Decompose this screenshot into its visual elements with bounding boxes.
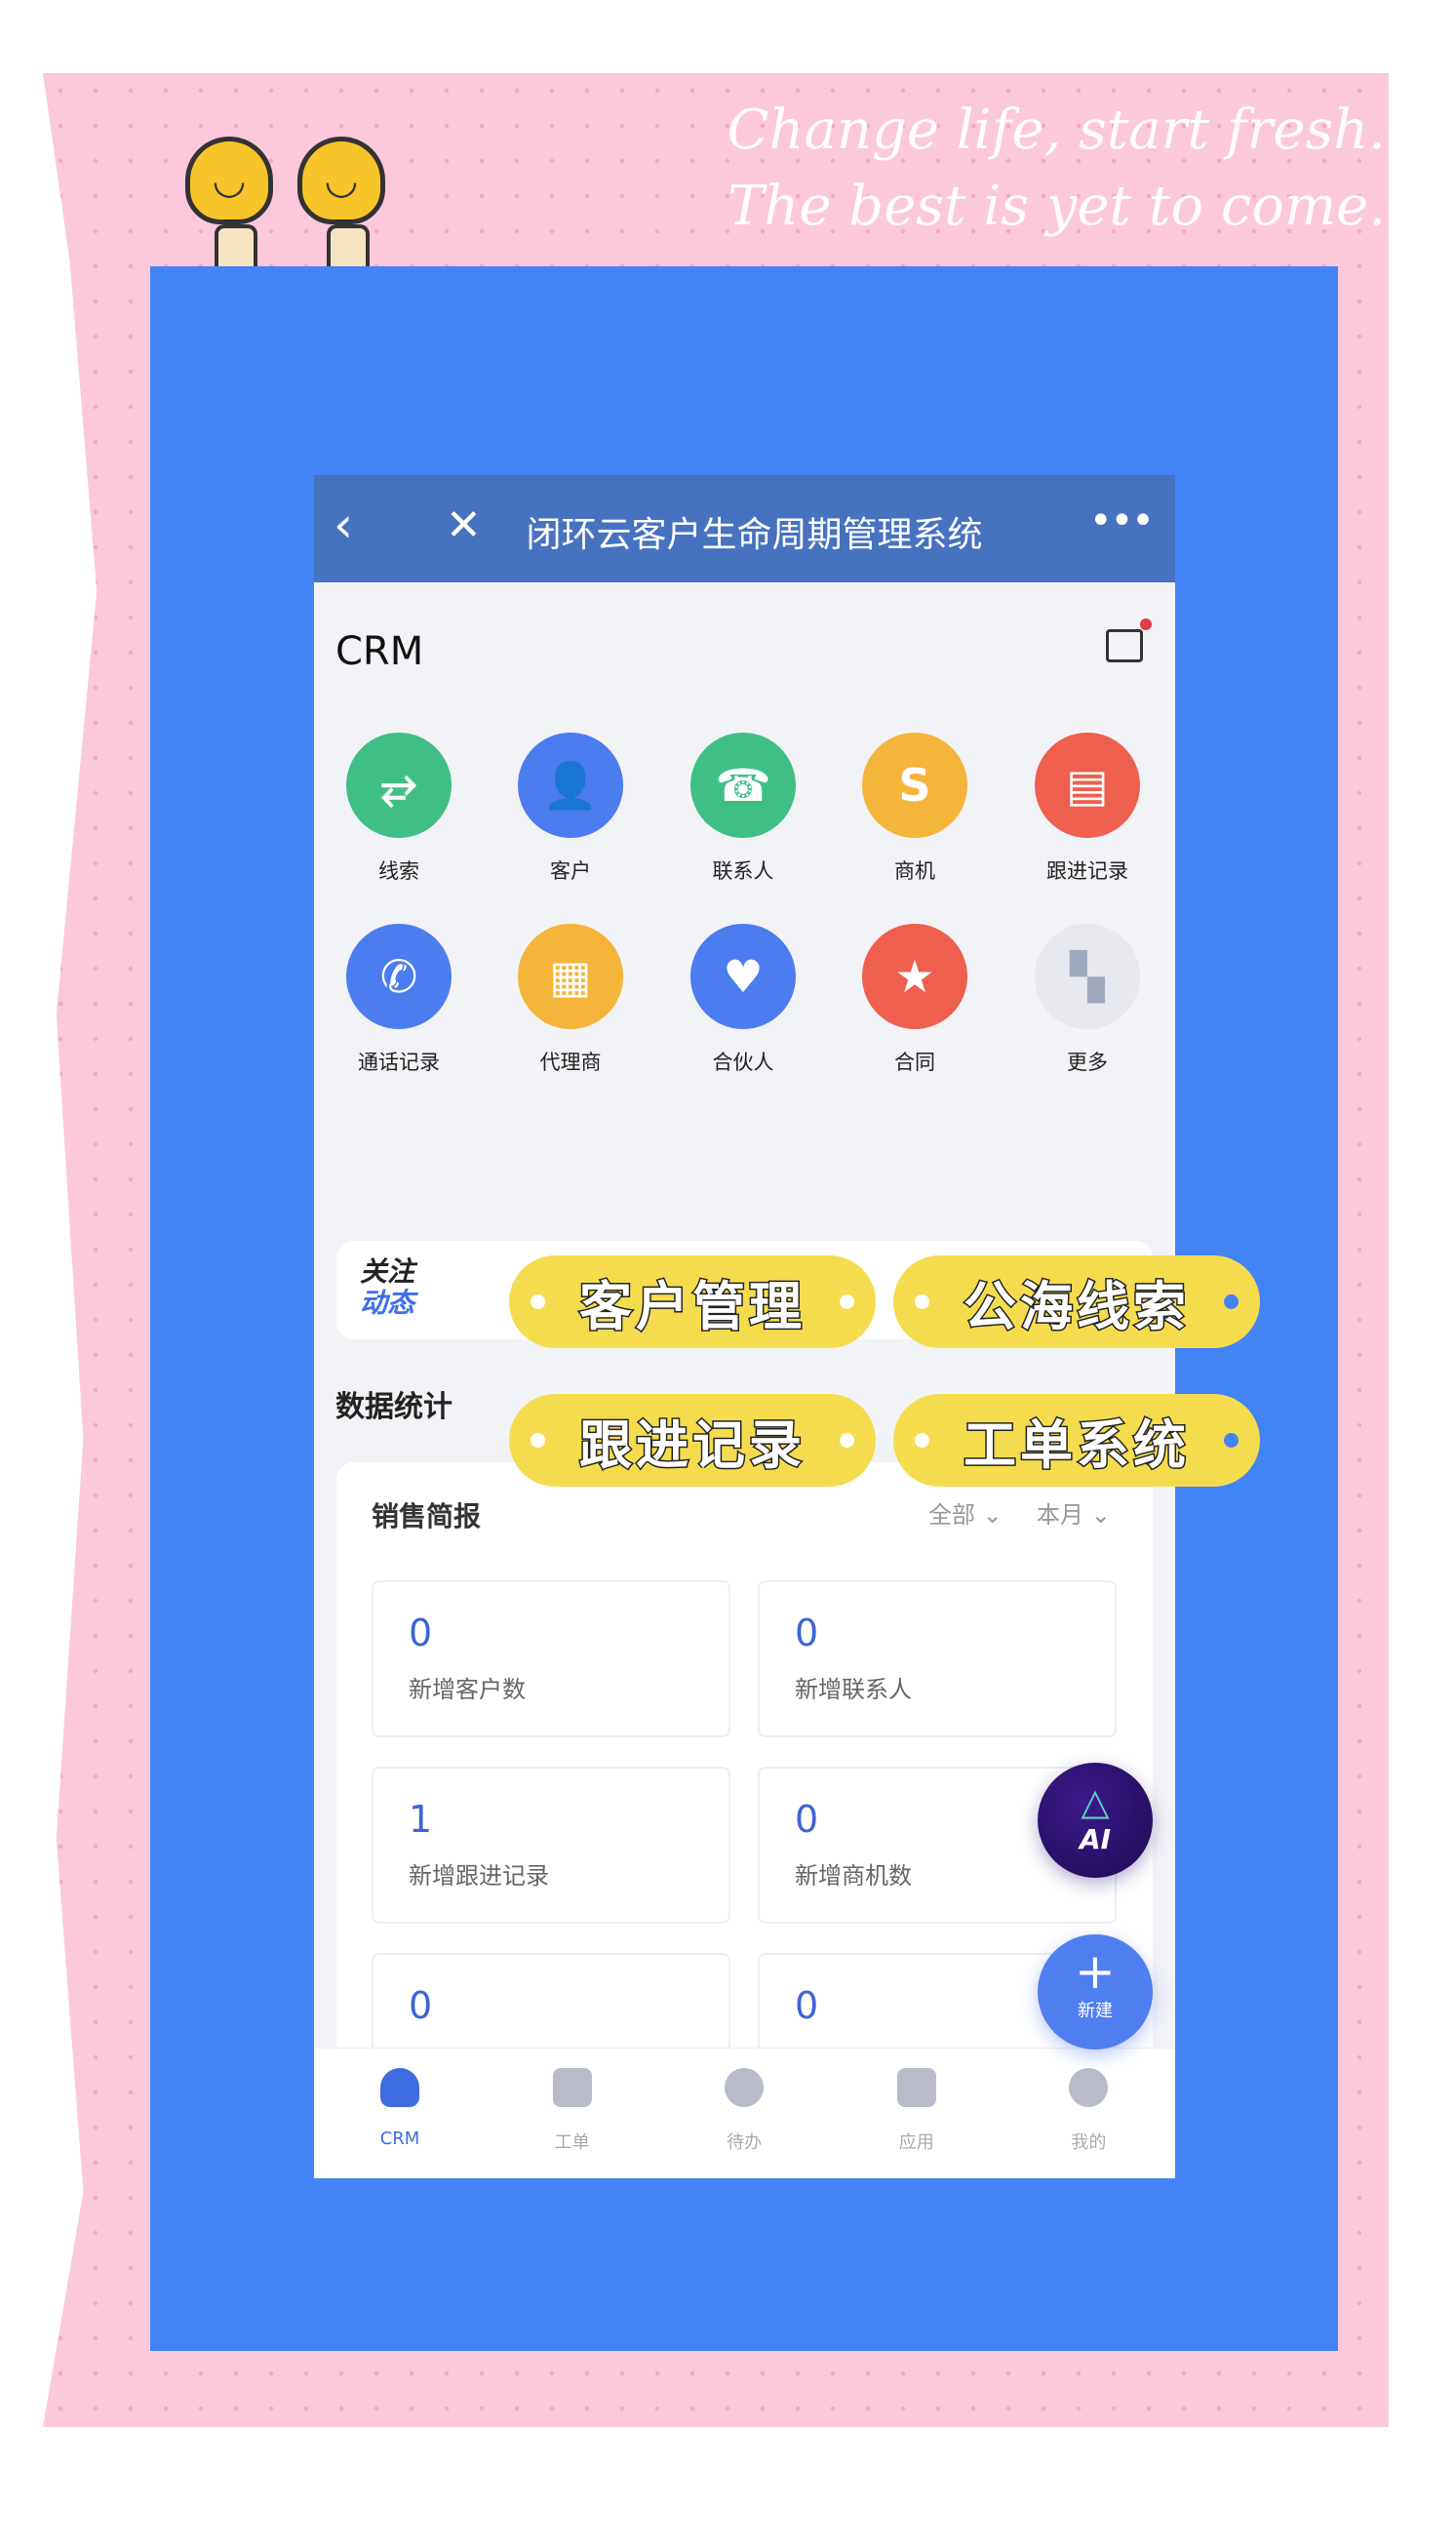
nav-label: 我的 (1071, 2132, 1107, 2153)
nav-1[interactable]: 工单 (487, 2068, 658, 2154)
stat-tile[interactable]: 0 新增客户数 (372, 1580, 730, 1737)
module-label: 联系人 (712, 859, 774, 883)
nav-0[interactable]: CRM (314, 2068, 486, 2149)
stat-label: 新增跟进记录 (409, 1862, 549, 1890)
feature-tag-label: 工单系统 (963, 1413, 1190, 1478)
slogan-line: Change life, start fresh. (727, 99, 1386, 162)
stat-label: 新增联系人 (795, 1676, 912, 1703)
module-label: 线索 (378, 859, 419, 883)
module-icon: 👤 (518, 733, 623, 838)
chevron-down-icon: ⌄ (982, 1501, 1003, 1529)
app-title: 闭环云客户生命周期管理系统 (526, 515, 983, 555)
module-0[interactable]: ⥂ (346, 733, 452, 838)
module-icon: ☎ (690, 733, 796, 838)
new-label: 新建 (1078, 2001, 1113, 2021)
stat-value: 0 (409, 1612, 433, 1654)
stat-label: 新增商机数 (795, 1862, 912, 1890)
module-label: 代理商 (539, 1051, 602, 1074)
module-9[interactable]: ▚ (1035, 924, 1140, 1029)
scope-value: 全部 (928, 1501, 975, 1529)
nav-label: CRM (379, 2129, 420, 2149)
module-1[interactable]: 👤 (518, 733, 623, 838)
smiley-heart-icon: ◡ (297, 137, 385, 224)
module-icon: ✆ (346, 924, 452, 1029)
module-icon: S (862, 733, 967, 838)
feature-tag: 工单系统 (893, 1394, 1260, 1487)
news-label: 动态 (360, 1287, 415, 1319)
feature-tag-label: 客户管理 (578, 1275, 806, 1339)
feature-tag-label: 公海线索 (963, 1275, 1190, 1339)
module-5[interactable]: ✆ (346, 924, 452, 1029)
stat-value: 1 (409, 1798, 433, 1841)
ai-button[interactable]: △ AI (1038, 1763, 1153, 1878)
module-3[interactable]: S (862, 733, 967, 838)
clock-icon (725, 2068, 765, 2107)
stat-value: 0 (795, 1984, 819, 2027)
profile-icon (1069, 2068, 1109, 2107)
module-6[interactable]: ▦ (518, 924, 623, 1029)
person-icon (380, 2068, 419, 2107)
nav-label: 应用 (898, 2132, 934, 2153)
module-icon: ▚ (1035, 924, 1140, 1029)
stat-tile[interactable]: 0 新增联系人 (758, 1580, 1117, 1737)
chevron-down-icon: ⌄ (1090, 1501, 1111, 1529)
module-label: 合同 (894, 1051, 935, 1074)
bottom-nav: CRM 工单 待办 应用 我的 (314, 2048, 1175, 2178)
ai-logo-icon: △ (1081, 1780, 1110, 1823)
module-icon: ♥ (690, 924, 796, 1029)
module-label: 客户 (550, 859, 591, 883)
feature-tag: 客户管理 (509, 1255, 876, 1348)
message-icon[interactable] (1106, 618, 1152, 662)
period-value: 本月 (1037, 1501, 1083, 1529)
module-label: 合伙人 (712, 1051, 774, 1074)
feature-tag: 公海线索 (893, 1255, 1260, 1348)
stat-value: 0 (795, 1798, 819, 1841)
ticket-icon (552, 2068, 592, 2107)
plus-icon: + (1075, 1943, 1116, 2000)
page-title: CRM (335, 629, 424, 674)
feature-tag-label: 跟进记录 (578, 1413, 806, 1478)
slogan-line: The best is yet to come. (727, 175, 1386, 238)
smiley-heart-icon: ◡ (185, 137, 273, 224)
module-label: 通话记录 (358, 1051, 440, 1074)
stat-value: 0 (409, 1984, 433, 2027)
stat-value: 0 (795, 1612, 819, 1654)
scope-filter[interactable]: 全部 ⌄ (928, 1495, 1003, 1530)
more-icon[interactable]: ••• (1089, 498, 1155, 543)
section-title: 数据统计 (335, 1390, 453, 1424)
sales-report-title: 销售简报 (372, 1500, 482, 1532)
module-label: 商机 (894, 859, 935, 883)
new-button[interactable]: + 新建 (1038, 1934, 1153, 2050)
module-icon: ⥂ (346, 733, 452, 838)
nav-label: 待办 (727, 2132, 763, 2153)
title-bar: ‹ ✕ 闭环云客户生命周期管理系统 ••• (314, 475, 1175, 582)
module-icon: ★ (862, 924, 967, 1029)
period-filter[interactable]: 本月 ⌄ (1037, 1495, 1111, 1530)
module-label: 跟进记录 (1046, 859, 1128, 883)
stat-tile[interactable]: 1 新增跟进记录 (372, 1767, 730, 1924)
module-icon: ▤ (1035, 733, 1140, 838)
news-label: 关注 (360, 1255, 415, 1288)
module-8[interactable]: ★ (862, 924, 967, 1029)
module-label: 更多 (1067, 1051, 1108, 1074)
slogan: Change life, start fresh. The best is yet… (728, 93, 1386, 245)
module-4[interactable]: ▤ (1035, 733, 1140, 838)
module-2[interactable]: ☎ (690, 733, 796, 838)
nav-label: 工单 (554, 2132, 590, 2153)
nav-3[interactable]: 应用 (831, 2068, 1003, 2154)
ai-label: AI (1079, 1823, 1112, 1855)
nav-2[interactable]: 待办 (658, 2068, 830, 2154)
feature-tag: 跟进记录 (509, 1394, 876, 1487)
stat-label: 新增客户数 (409, 1676, 526, 1703)
module-icon: ▦ (518, 924, 623, 1029)
nav-4[interactable]: 我的 (1003, 2068, 1174, 2154)
apps-icon (896, 2068, 936, 2107)
module-7[interactable]: ♥ (690, 924, 796, 1029)
